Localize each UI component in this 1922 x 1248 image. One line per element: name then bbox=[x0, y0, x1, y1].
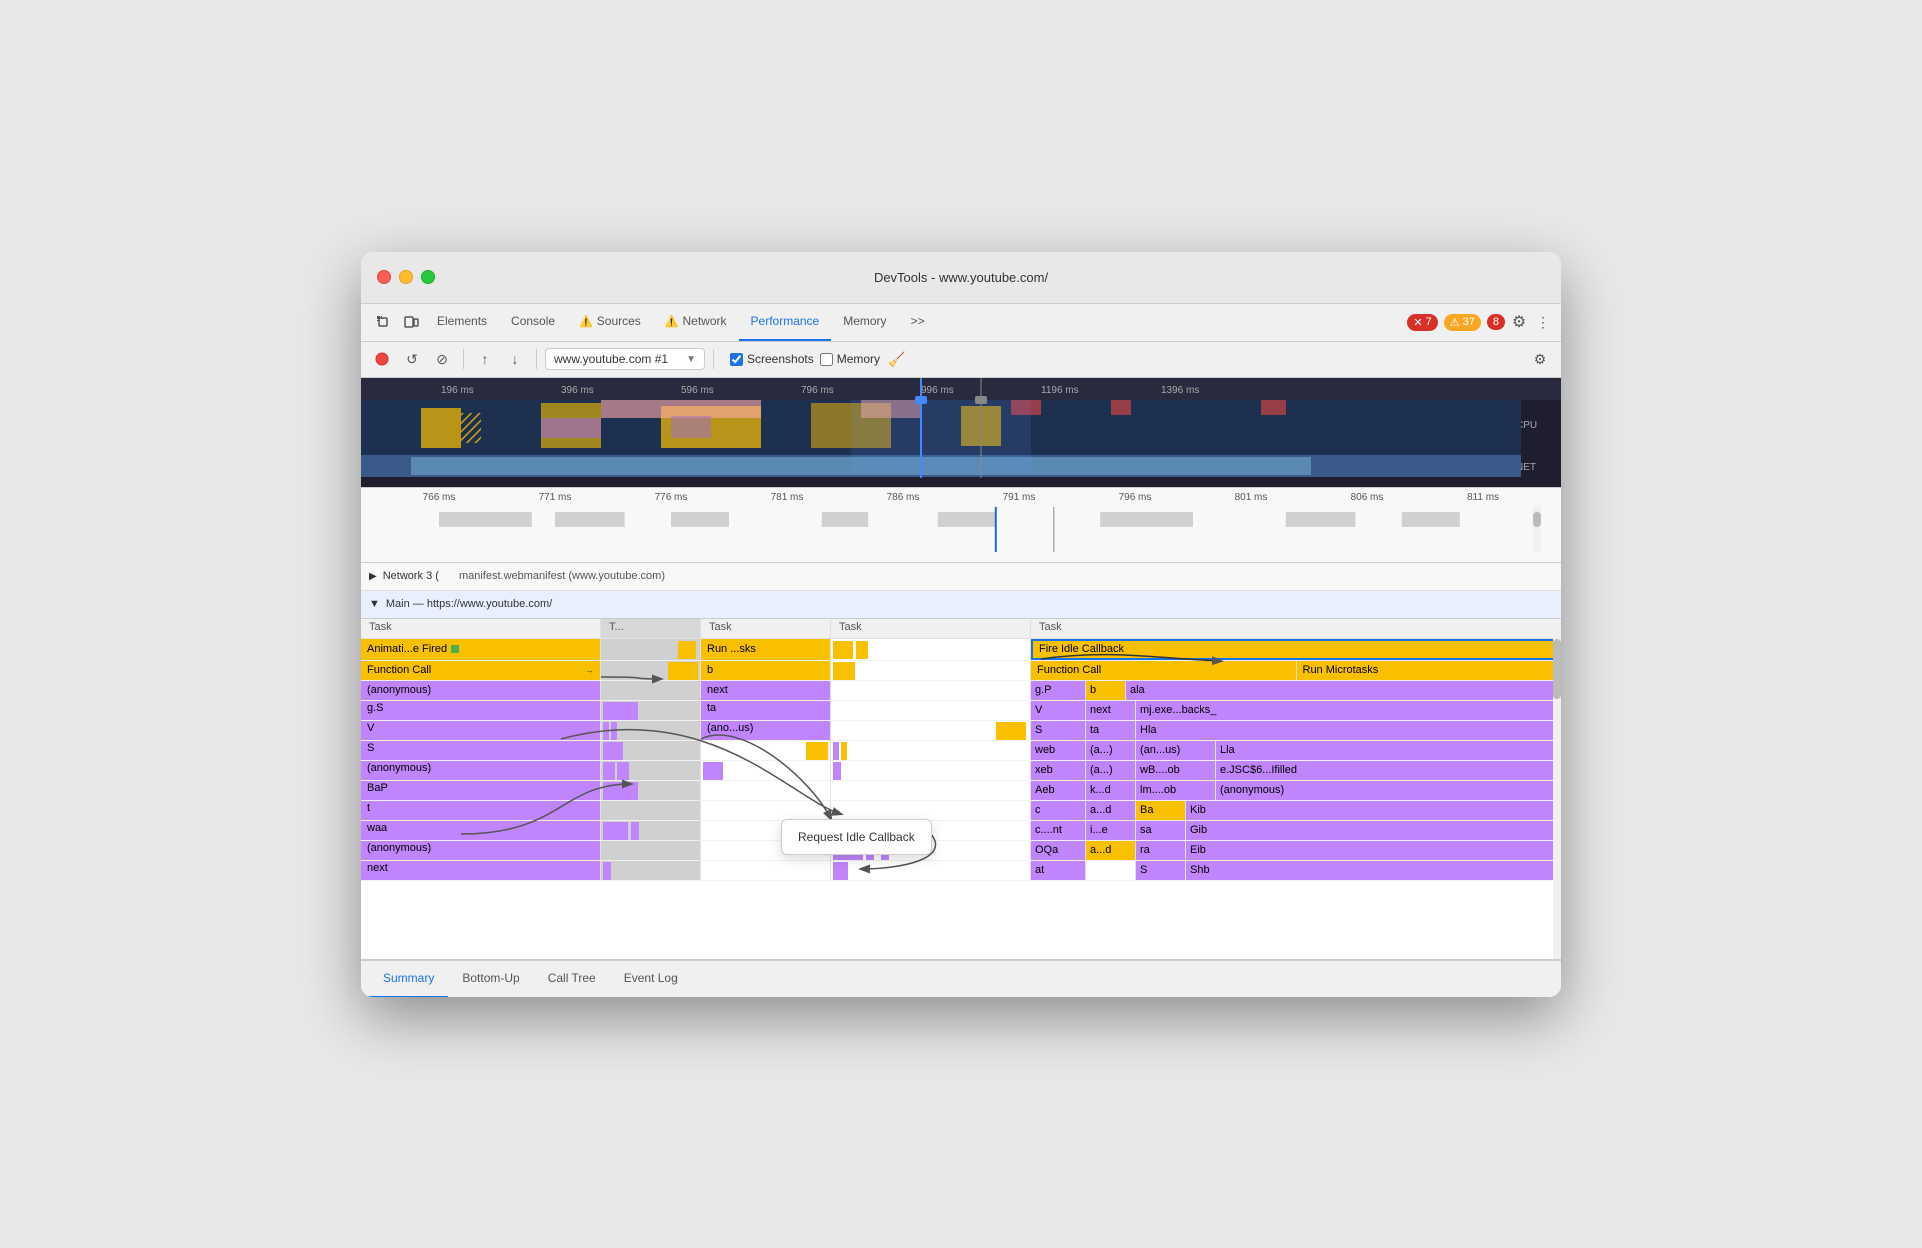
screenshot-checkbox-group: Screenshots Memory bbox=[730, 352, 880, 366]
table-row: (anonymous) xeb (a...) wB....ob e.JSC$6.… bbox=[361, 761, 1561, 781]
screenshots-checkbox[interactable] bbox=[730, 353, 743, 366]
memory-checkbox-group[interactable]: Memory bbox=[820, 352, 880, 366]
table-row: g.S ta V next mj.exe...backs_ bbox=[361, 701, 1561, 721]
vertical-scrollbar[interactable] bbox=[1553, 619, 1561, 959]
table-row: S web (a...) (an...us) Lla bbox=[361, 741, 1561, 761]
close-button[interactable] bbox=[377, 270, 391, 284]
cell-run-sks[interactable]: Run ...sks bbox=[701, 639, 831, 660]
download-button[interactable]: ↓ bbox=[502, 346, 528, 372]
toolbar: ↺ ⊘ ↑ ↓ www.youtube.com #1 ▼ Screenshots… bbox=[361, 342, 1561, 378]
timeline-detail[interactable]: 766 ms 771 ms 776 ms 781 ms 786 ms 791 m… bbox=[361, 488, 1561, 563]
bottom-tabs: Summary Bottom-Up Call Tree Event Log bbox=[361, 959, 1561, 997]
titlebar: DevTools - www.youtube.com/ bbox=[361, 252, 1561, 304]
scrollbar-thumb[interactable] bbox=[1553, 639, 1561, 699]
sep-2 bbox=[536, 349, 537, 369]
cursor-icon[interactable] bbox=[369, 308, 397, 336]
tab-memory[interactable]: Memory bbox=[831, 303, 898, 341]
url-selector[interactable]: www.youtube.com #1 ▼ bbox=[545, 348, 705, 370]
cell-fire-idle[interactable]: Fire Idle Callback bbox=[1031, 639, 1561, 660]
tab-sources[interactable]: ⚠️ Sources bbox=[567, 303, 653, 341]
table-row: (anonymous) OQa a...d ra Eib bbox=[361, 841, 1561, 861]
chevron-right-icon: >> bbox=[911, 314, 925, 328]
clear-button[interactable]: ⊘ bbox=[429, 346, 455, 372]
upload-button[interactable]: ↑ bbox=[472, 346, 498, 372]
task-col-3-header: Task bbox=[701, 619, 831, 638]
main-expand-icon[interactable]: ▼ bbox=[369, 598, 380, 610]
flame-chart[interactable]: Task T... Task Task Task Animati...e Fir… bbox=[361, 619, 1561, 959]
table-row: waa c....nt i...e sa Gib bbox=[361, 821, 1561, 841]
maximize-button[interactable] bbox=[421, 270, 435, 284]
traffic-lights bbox=[377, 270, 435, 284]
window-title: DevTools - www.youtube.com/ bbox=[874, 270, 1048, 285]
table-row: t c a...d Ba Kib bbox=[361, 801, 1561, 821]
timeline-overview[interactable]: 196 ms 396 ms 596 ms 796 ms 996 ms 1196 … bbox=[361, 378, 1561, 488]
table-row: next at S Shb bbox=[361, 861, 1561, 881]
devtools-body: Elements Console ⚠️ Sources ⚠️ Network P… bbox=[361, 304, 1561, 997]
nav-tabs: Elements Console ⚠️ Sources ⚠️ Network P… bbox=[361, 304, 1561, 342]
table-row: (anonymous) next g.P b ala bbox=[361, 681, 1561, 701]
table-row: BaP Aeb k...d lm....ob (anonymous) bbox=[361, 781, 1561, 801]
cell-anim-fired[interactable]: Animati...e Fired bbox=[361, 639, 601, 660]
svg-text:1396 ms: 1396 ms bbox=[1161, 385, 1199, 396]
svg-text:1196 ms: 1196 ms bbox=[1041, 385, 1079, 396]
error-badge[interactable]: ✕ 7 bbox=[1407, 314, 1437, 331]
svg-text:996 ms: 996 ms bbox=[921, 385, 954, 396]
tab-more[interactable]: >> bbox=[899, 303, 937, 341]
reload-button[interactable]: ↺ bbox=[399, 346, 425, 372]
tab-performance[interactable]: Performance bbox=[739, 303, 832, 341]
screenshots-label[interactable]: Screenshots bbox=[730, 352, 814, 366]
nav-badges: ✕ 7 ⚠ 37 8 bbox=[1407, 314, 1505, 331]
svg-text:196 ms: 196 ms bbox=[441, 385, 474, 396]
svg-text:796 ms: 796 ms bbox=[801, 385, 834, 396]
task-col-4-header: Task bbox=[831, 619, 1031, 638]
task-col-2-header: T... bbox=[601, 619, 701, 638]
record-button[interactable] bbox=[369, 346, 395, 372]
warning-badge[interactable]: ⚠ 37 bbox=[1444, 314, 1481, 331]
table-row: Animati...e Fired Run ...sks Fire Idle C… bbox=[361, 639, 1561, 661]
tab-elements[interactable]: Elements bbox=[425, 303, 499, 341]
devtools-window: DevTools - www.youtube.com/ Elements Con… bbox=[361, 252, 1561, 997]
svg-text:596 ms: 596 ms bbox=[681, 385, 714, 396]
tab-network[interactable]: ⚠️ Network bbox=[653, 303, 739, 341]
info-badge[interactable]: 8 bbox=[1487, 314, 1505, 330]
minimize-button[interactable] bbox=[399, 270, 413, 284]
tab-console[interactable]: Console bbox=[499, 303, 567, 341]
tab-summary[interactable]: Summary bbox=[369, 960, 448, 997]
tab-call-tree[interactable]: Call Tree bbox=[534, 960, 610, 997]
main-section-header: ▼ Main — https://www.youtube.com/ bbox=[361, 591, 1561, 619]
table-row: V (ano...us) S ta Hla bbox=[361, 721, 1561, 741]
broom-button[interactable]: 🧹 bbox=[884, 346, 910, 372]
device-icon[interactable] bbox=[397, 308, 425, 336]
settings-icon[interactable]: ⚙ bbox=[1505, 308, 1533, 336]
table-row: Function Call → b Function Call Run Micr… bbox=[361, 661, 1561, 681]
warn-sources-icon: ⚠️ bbox=[579, 315, 593, 328]
network-section-row: ▶ Network 3 ( manifest.webmanifest (www.… bbox=[361, 563, 1561, 591]
dropdown-icon[interactable]: ▼ bbox=[686, 354, 696, 365]
more-icon[interactable]: ⋮ bbox=[1533, 308, 1553, 336]
capture-settings-icon[interactable]: ⚙ bbox=[1527, 346, 1553, 372]
warn-network-icon: ⚠️ bbox=[665, 315, 679, 328]
network-expand-icon[interactable]: ▶ bbox=[369, 571, 377, 582]
tab-event-log[interactable]: Event Log bbox=[610, 960, 692, 997]
memory-checkbox[interactable] bbox=[820, 353, 833, 366]
task-col-1-header: Task bbox=[361, 619, 601, 638]
tab-bottom-up[interactable]: Bottom-Up bbox=[448, 960, 533, 997]
sep-1 bbox=[463, 349, 464, 369]
task-col-5-header: Task bbox=[1031, 619, 1561, 638]
sep-3 bbox=[713, 349, 714, 369]
svg-text:396 ms: 396 ms bbox=[561, 385, 594, 396]
